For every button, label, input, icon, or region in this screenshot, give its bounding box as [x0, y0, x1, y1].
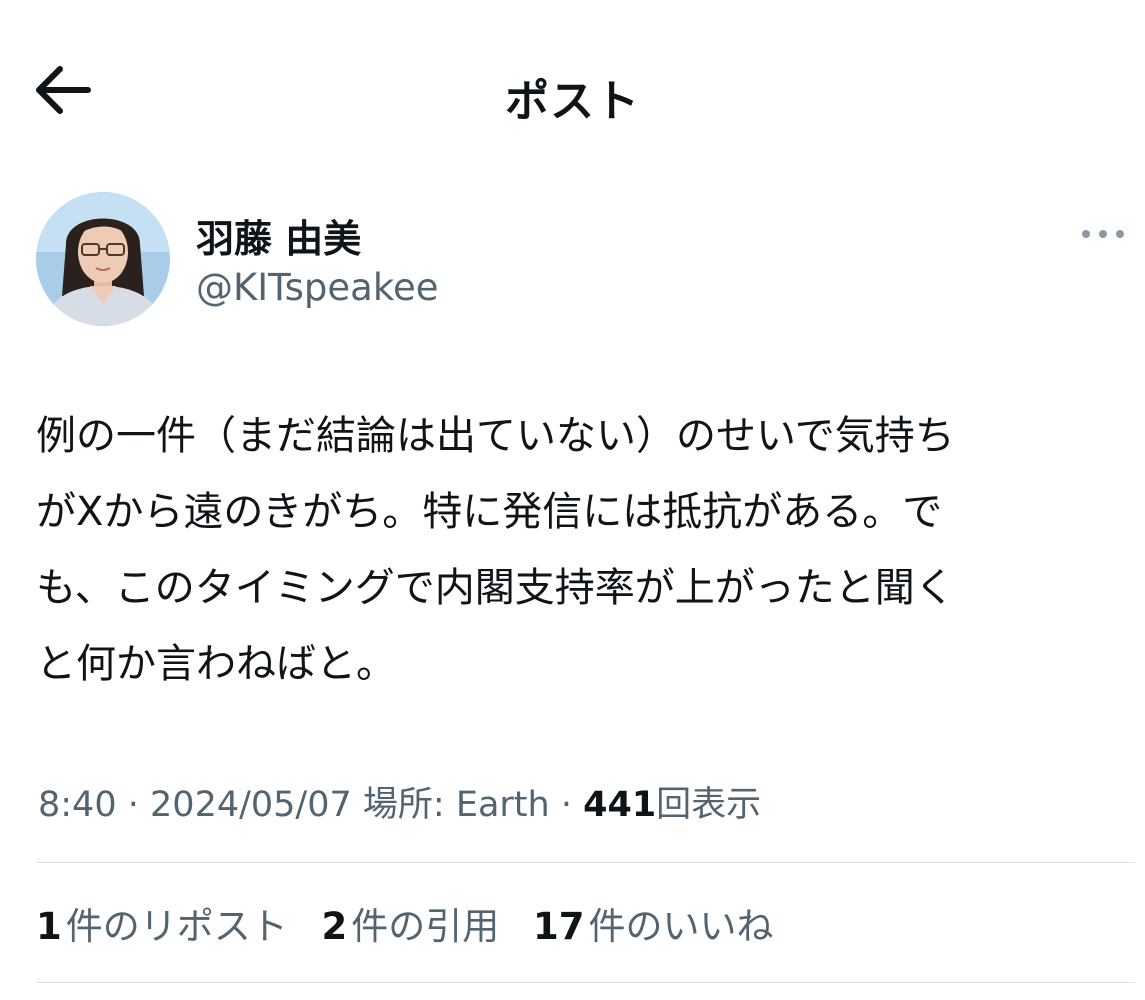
post-stats: 1 件のリポスト 2 件の引用 17 件のいいね [36, 896, 796, 950]
quotes-count: 2 [321, 905, 348, 948]
divider [36, 862, 1135, 863]
reposts-count: 1 [36, 905, 62, 948]
top-bar: ポスト [0, 40, 1145, 140]
more-horizontal-icon[interactable] [1080, 226, 1126, 242]
views-label: 回表示 [656, 785, 762, 825]
post-time[interactable]: 8:40 [38, 785, 117, 825]
quotes-stat[interactable]: 2 件の引用 [322, 896, 500, 950]
post-meta: 8:40 · 2024/05/07 場所: Earth · 441回表示 [38, 776, 761, 827]
author-display-name[interactable]: 羽藤 由美 [196, 208, 361, 263]
post-location: 場所: Earth [362, 785, 550, 825]
reposts-stat[interactable]: 1 件のリポスト [36, 896, 288, 950]
page-title: ポスト [505, 76, 640, 127]
divider [36, 982, 1135, 983]
avatar[interactable] [36, 192, 170, 326]
likes-count: 17 [533, 905, 585, 948]
reposts-label: 件のリポスト [65, 905, 288, 948]
author-handle[interactable]: @KITspeakee [196, 266, 439, 309]
likes-stat[interactable]: 17 件のいいね [533, 896, 774, 950]
meta-separator: · [560, 785, 572, 825]
quotes-label: 件の引用 [351, 905, 500, 948]
likes-label: 件のいいね [588, 905, 774, 948]
post-text: 例の一件（まだ結論は出ていない）のせいで気持ち がXから遠のきがち。特に発信には… [36, 413, 955, 687]
post-author: 羽藤 由美 @KITspeakee [36, 190, 1126, 330]
post-date[interactable]: 2024/05/07 [150, 785, 352, 825]
views-count: 441 [583, 785, 657, 825]
meta-separator: · [127, 785, 139, 825]
